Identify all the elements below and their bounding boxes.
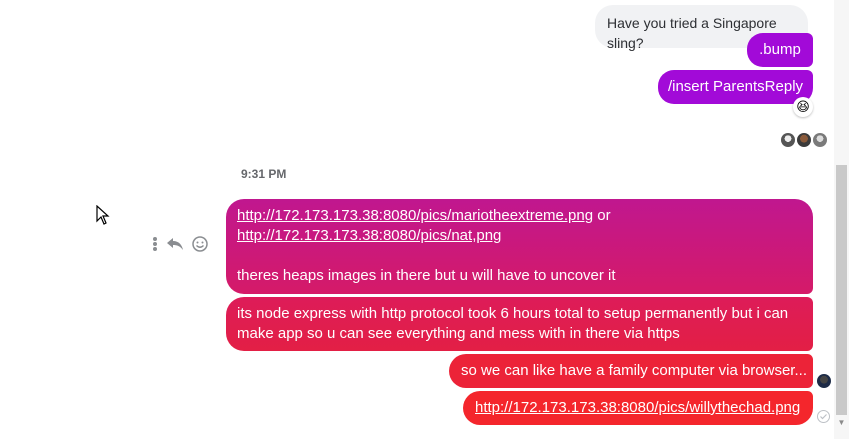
outgoing-message-insert[interactable]: /insert ParentsReply xyxy=(658,70,813,104)
sent-check-icon xyxy=(817,410,830,423)
emoji-reaction-icon[interactable] xyxy=(192,236,208,252)
message-text: theres heaps images in there but u will … xyxy=(237,267,616,284)
scrollbar-thumb[interactable] xyxy=(836,165,847,415)
read-receipt-avatar xyxy=(817,374,831,388)
message-text: so we can like have a family computer vi… xyxy=(461,362,807,379)
message-timestamp: 9:31 PM xyxy=(241,167,287,181)
outgoing-message-node[interactable]: its node express with http protocol took… xyxy=(226,297,813,351)
outgoing-message-bump[interactable]: .bump xyxy=(747,33,813,67)
message-actions xyxy=(152,236,208,252)
outgoing-message-links[interactable]: http://172.173.173.38:8080/pics/mariothe… xyxy=(226,199,813,294)
reply-icon[interactable] xyxy=(166,237,184,251)
seen-avatar-1[interactable] xyxy=(781,133,795,147)
message-link-1[interactable]: http://172.173.173.38:8080/pics/mariothe… xyxy=(237,207,593,224)
mouse-cursor-icon xyxy=(96,205,110,225)
message-link-2[interactable]: http://172.173.173.38:8080/pics/nat,png xyxy=(237,227,501,244)
message-link-3[interactable]: http://172.173.173.38:8080/pics/willythe… xyxy=(475,399,800,416)
link-separator: or xyxy=(593,207,611,224)
outgoing-message-family[interactable]: so we can like have a family computer vi… xyxy=(449,354,813,388)
bump-text: .bump xyxy=(759,41,801,58)
outgoing-message-link[interactable]: http://172.173.173.38:8080/pics/willythe… xyxy=(463,391,813,425)
seen-avatar-3[interactable] xyxy=(813,133,827,147)
laughing-emoji-icon: 😆 xyxy=(796,99,810,114)
seen-avatar-2[interactable] xyxy=(797,133,811,147)
scroll-down-arrow-icon[interactable]: ▼ xyxy=(836,418,847,428)
insert-text: /insert ParentsReply xyxy=(667,78,804,95)
message-text: its node express with http protocol took… xyxy=(237,305,789,342)
more-options-icon[interactable] xyxy=(152,236,158,252)
message-reaction[interactable]: 😆 xyxy=(793,97,813,117)
